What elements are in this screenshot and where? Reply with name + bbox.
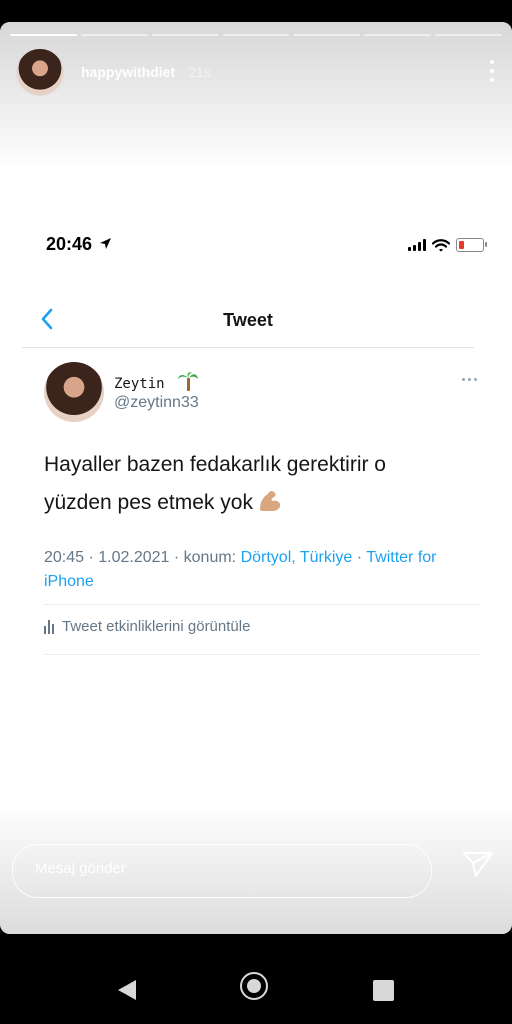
author-handle[interactable]: @zeytinn33	[114, 394, 199, 412]
tweet-meta: 20:45 · 1.02.2021 · konum: Dörtyol, Türk…	[44, 546, 474, 594]
android-recents-icon[interactable]	[373, 980, 394, 1001]
tweet-text: Hayaller bazen fedakarlık gerektirir o y…	[44, 446, 464, 522]
story-progress-bar	[10, 34, 503, 36]
author-avatar[interactable]	[44, 362, 104, 422]
divider	[44, 654, 481, 655]
activity-label[interactable]: Tweet etkinliklerini görüntüle	[62, 618, 250, 635]
status-time: 20:46	[46, 234, 93, 254]
meta-separator: ·	[352, 549, 367, 566]
phone-status-bar: 20:46	[46, 234, 487, 258]
tweet-nav-bar: Tweet	[22, 302, 474, 348]
progress-segment	[10, 34, 77, 36]
tweet-text-line: Hayaller bazen fedakarlık gerektirir o	[44, 453, 386, 476]
tweet-text-line: yüzden pes etmek yok	[44, 491, 253, 514]
battery-icon	[456, 238, 487, 252]
progress-segment	[293, 34, 361, 36]
story-username[interactable]: happywithdiet	[81, 64, 175, 80]
status-clock: 20:46	[46, 234, 112, 255]
story-header: happywithdiet 21s	[16, 48, 496, 96]
progress-segment	[364, 34, 432, 36]
flexed-biceps-emoji	[259, 490, 281, 511]
more-horizontal-icon[interactable]	[462, 378, 477, 381]
top-shade	[0, 22, 512, 172]
story-avatar[interactable]	[16, 48, 64, 96]
progress-segment	[80, 34, 148, 36]
location-arrow-icon	[100, 238, 112, 249]
wifi-icon	[432, 238, 450, 252]
divider	[44, 604, 481, 605]
activity-chart-icon	[44, 619, 54, 634]
android-nav-bar	[0, 934, 512, 1024]
reply-placeholder: Mesaj gönder	[35, 860, 126, 877]
android-home-icon[interactable]	[240, 972, 268, 1000]
send-icon[interactable]	[462, 850, 494, 878]
story-view[interactable]: happywithdiet 21s 20:46 Tweet Zeytin @ze…	[0, 22, 512, 934]
author-name[interactable]: Zeytin	[114, 376, 165, 392]
tweet-timestamp: 20:45 · 1.02.2021 · konum:	[44, 549, 241, 566]
signal-icon	[408, 239, 426, 251]
page-title: Tweet	[223, 310, 273, 330]
story-time: 21s	[188, 64, 211, 80]
progress-segment	[222, 34, 290, 36]
location-link[interactable]: Dörtyol, Türkiye	[241, 549, 353, 566]
more-vertical-icon[interactable]	[488, 60, 496, 82]
author-name-row[interactable]: Zeytin	[114, 371, 199, 392]
tweet-activity-link[interactable]: Tweet etkinliklerini görüntüle	[44, 618, 250, 635]
android-back-icon[interactable]	[116, 978, 138, 1002]
progress-segment	[435, 34, 503, 36]
reply-input[interactable]: Mesaj gönder	[12, 844, 432, 898]
progress-segment	[151, 34, 219, 36]
palm-tree-emoji	[178, 372, 199, 391]
